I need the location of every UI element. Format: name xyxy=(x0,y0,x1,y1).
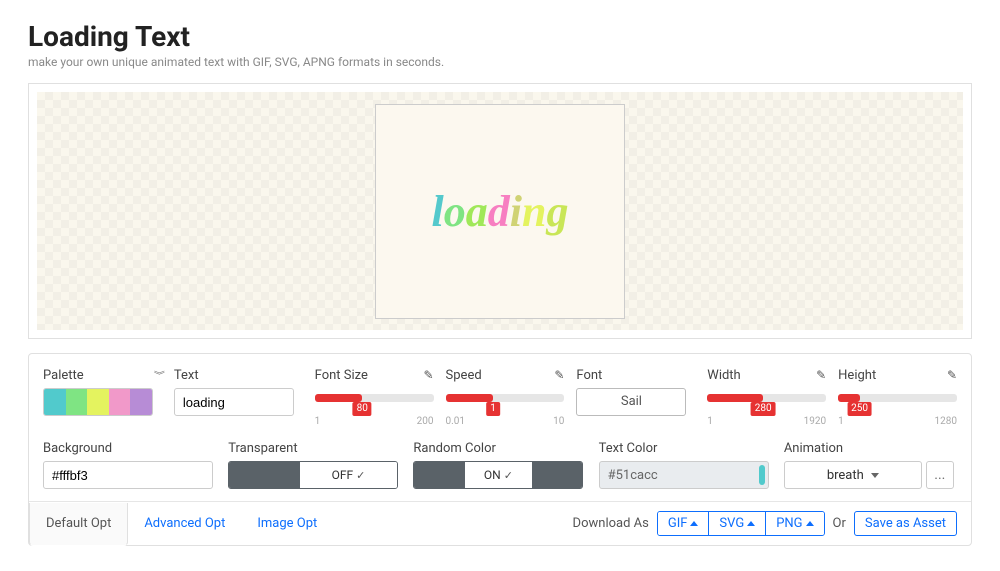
random-color-state: ON xyxy=(484,468,501,482)
height-slider[interactable]: 250 xyxy=(838,394,957,402)
preview-char: o xyxy=(444,186,466,237)
slider-min: 1 xyxy=(838,416,844,427)
palette-label: Palette xyxy=(43,368,84,383)
width-label: Width xyxy=(707,368,740,383)
transparent-state: OFF xyxy=(332,468,354,482)
preview-background: loading xyxy=(37,92,963,330)
check-icon: ✓ xyxy=(356,469,365,482)
animation-select[interactable]: breath xyxy=(784,461,922,489)
chevron-down-icon[interactable]: ︾ xyxy=(154,369,162,382)
random-color-label: Random Color xyxy=(413,441,496,456)
save-as-asset-button[interactable]: Save as Asset xyxy=(854,511,957,536)
tab-advanced-opt[interactable]: Advanced Opt xyxy=(128,502,241,545)
font-size-value: 80 xyxy=(353,402,372,416)
download-button-group: GIF SVG PNG xyxy=(657,511,825,536)
text-color-input[interactable]: #51cacc xyxy=(599,461,769,489)
height-label: Height xyxy=(838,368,876,383)
preview-char: i xyxy=(510,186,522,237)
background-input[interactable] xyxy=(43,461,213,489)
animation-label: Animation xyxy=(784,441,843,456)
random-color-toggle[interactable]: ON✓ xyxy=(413,461,583,489)
text-color-swatch xyxy=(759,465,765,485)
background-label: Background xyxy=(43,441,112,456)
slider-max: 1280 xyxy=(935,416,957,427)
transparent-toggle[interactable]: OFF✓ xyxy=(228,461,398,489)
download-as-label: Download As xyxy=(573,516,649,531)
controls-panel: Palette ︾ Text Font Size ✎ xyxy=(28,353,972,546)
download-svg-button[interactable]: SVG xyxy=(708,512,765,535)
tab-image-opt[interactable]: Image Opt xyxy=(241,502,333,545)
font-label: Font xyxy=(576,368,602,383)
preview-container: loading xyxy=(28,83,972,339)
pencil-icon[interactable]: ✎ xyxy=(816,368,826,382)
transparent-label: Transparent xyxy=(228,441,297,456)
slider-min: 1 xyxy=(315,416,321,427)
pencil-icon[interactable]: ✎ xyxy=(554,368,564,382)
preview-char: l xyxy=(432,186,444,237)
tab-default-opt[interactable]: Default Opt xyxy=(29,503,128,546)
animation-more-button[interactable]: ... xyxy=(926,461,954,489)
slider-max: 1920 xyxy=(804,416,826,427)
text-color-value: #51cacc xyxy=(608,468,658,483)
width-slider[interactable]: 280 xyxy=(707,394,826,402)
width-value: 280 xyxy=(751,402,776,416)
or-text: Or xyxy=(833,516,846,531)
preview-canvas: loading xyxy=(375,104,625,319)
download-gif-button[interactable]: GIF xyxy=(658,512,709,535)
pencil-icon[interactable]: ✎ xyxy=(947,368,957,382)
height-value: 250 xyxy=(847,402,872,416)
slider-min: 0.01 xyxy=(446,416,466,427)
slider-max: 200 xyxy=(417,416,434,427)
preview-char: a xyxy=(466,186,488,237)
speed-slider[interactable]: 1 xyxy=(446,394,565,402)
text-label: Text xyxy=(174,368,199,383)
text-color-label: Text Color xyxy=(599,441,658,456)
slider-max: 10 xyxy=(553,416,564,427)
page-title: Loading Text xyxy=(28,20,972,53)
speed-label: Speed xyxy=(446,368,482,383)
preview-char: g xyxy=(546,186,568,237)
check-icon: ✓ xyxy=(504,469,513,482)
font-select[interactable]: Sail xyxy=(576,388,686,416)
text-input[interactable] xyxy=(174,388,294,416)
speed-value: 1 xyxy=(486,402,500,416)
font-size-label: Font Size xyxy=(315,368,368,383)
preview-char: d xyxy=(488,186,510,237)
page-subtitle: make your own unique animated text with … xyxy=(28,55,972,69)
slider-min: 1 xyxy=(707,416,713,427)
palette-swatch[interactable] xyxy=(43,388,153,416)
download-png-button[interactable]: PNG xyxy=(765,512,823,535)
preview-char: n xyxy=(522,186,546,237)
font-size-slider[interactable]: 80 xyxy=(315,394,434,402)
bottom-bar: Default Opt Advanced Opt Image Opt Downl… xyxy=(29,501,971,545)
pencil-icon[interactable]: ✎ xyxy=(423,368,433,382)
